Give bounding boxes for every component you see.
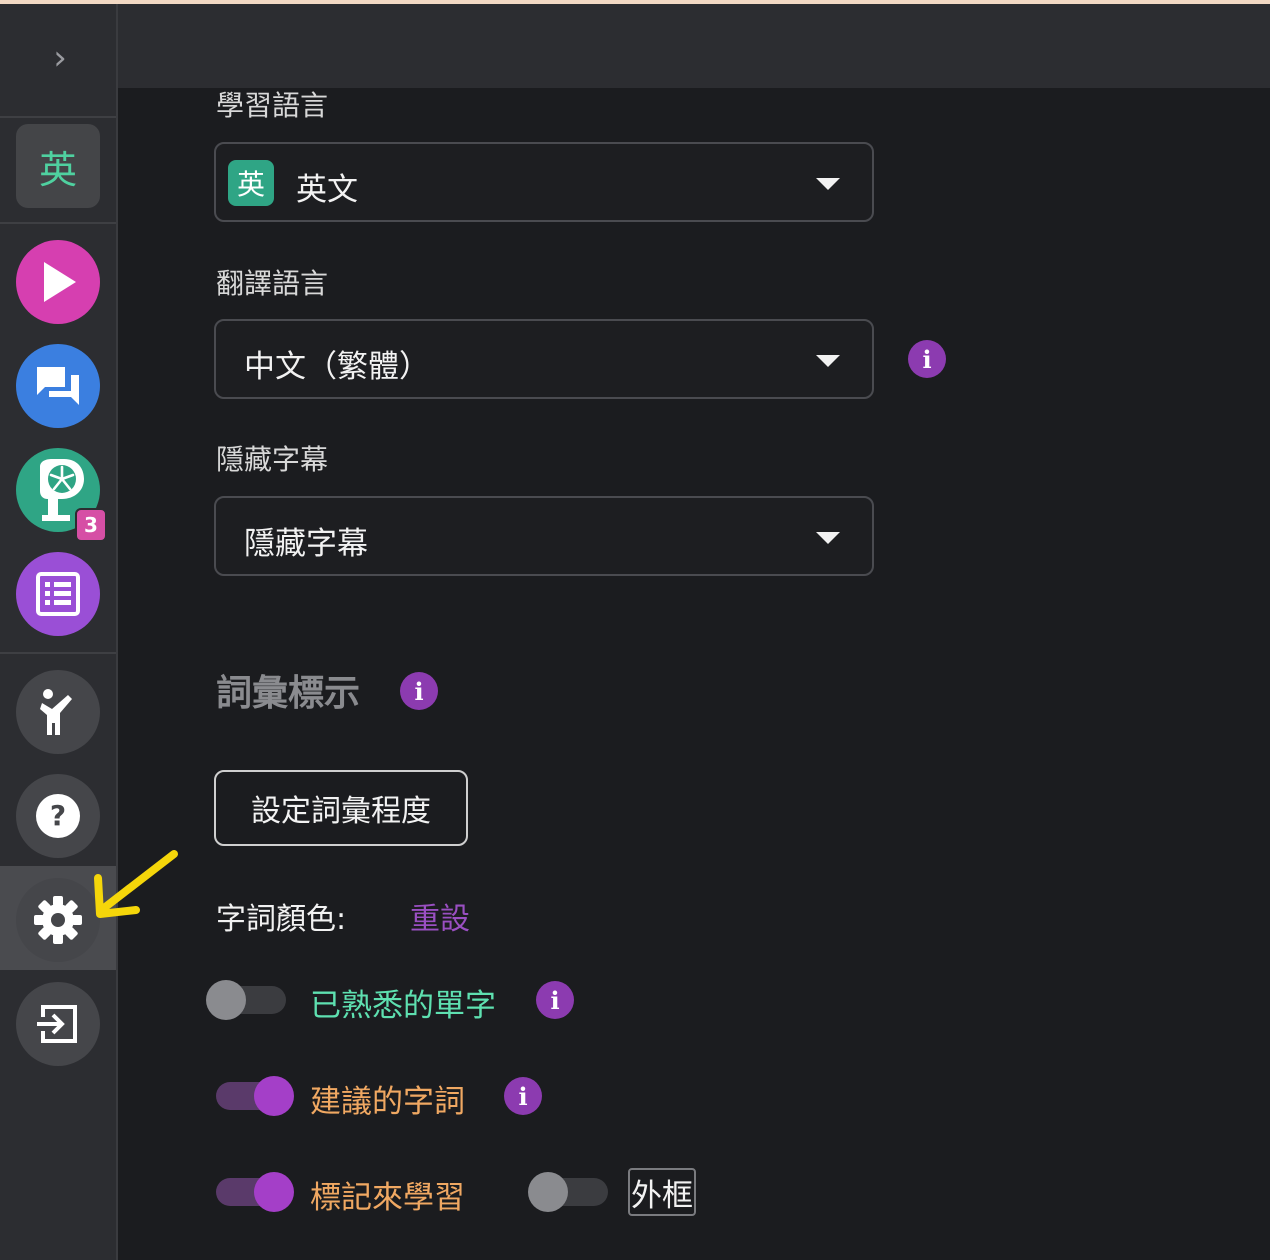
chat-bubbles-icon bbox=[37, 367, 79, 405]
known-words-toggle[interactable] bbox=[206, 980, 286, 1020]
language-flag: 英 bbox=[228, 160, 274, 206]
hide-subtitles-label: 隱藏字幕 bbox=[216, 443, 329, 476]
learning-language-value: 英文 bbox=[296, 172, 358, 208]
translation-language-label: 翻譯語言 bbox=[216, 267, 329, 300]
language-tile[interactable]: 英 bbox=[16, 124, 100, 208]
sidebar-divider bbox=[0, 652, 116, 654]
chevron-right-icon[interactable]: › bbox=[40, 38, 80, 78]
known-words-label: 已熟悉的單字 bbox=[310, 988, 496, 1024]
sidebar-divider bbox=[0, 222, 116, 224]
person-icon bbox=[40, 689, 72, 735]
list-icon bbox=[36, 572, 80, 616]
play-button[interactable] bbox=[16, 240, 100, 324]
marked-to-learn-toggle[interactable] bbox=[216, 1172, 294, 1212]
hide-subtitles-value: 隱藏字幕 bbox=[244, 526, 368, 562]
info-icon[interactable]: i bbox=[536, 981, 574, 1019]
exit-icon bbox=[37, 1005, 77, 1043]
logout-button[interactable] bbox=[16, 982, 100, 1066]
outline-toggle[interactable] bbox=[528, 1172, 608, 1212]
reset-link[interactable]: 重設 bbox=[410, 894, 470, 938]
top-bar bbox=[118, 4, 1270, 88]
notification-badge: 3 bbox=[75, 508, 107, 542]
chevron-down-icon bbox=[816, 178, 840, 190]
toggle-knob bbox=[206, 980, 246, 1020]
chevron-down-icon bbox=[816, 355, 840, 367]
info-icon[interactable]: i bbox=[400, 672, 438, 710]
word-list-button[interactable] bbox=[16, 552, 100, 636]
toggle-knob bbox=[254, 1172, 294, 1212]
help-button[interactable]: ? bbox=[16, 774, 100, 858]
settings-button[interactable] bbox=[16, 878, 100, 962]
hide-subtitles-select[interactable]: 隱藏字幕 bbox=[214, 496, 874, 576]
word-colors-label: 字詞顏色: bbox=[216, 902, 347, 937]
set-vocab-level-button[interactable]: 設定詞彙程度 bbox=[214, 770, 468, 846]
toggle-knob bbox=[528, 1172, 568, 1212]
translation-language-value: 中文（繁體） bbox=[244, 349, 430, 385]
svg-text:?: ? bbox=[50, 799, 66, 832]
annotation-arrow-icon bbox=[94, 850, 178, 918]
vocab-section-title: 詞彙標示 bbox=[216, 673, 361, 714]
outline-label: 外框 bbox=[628, 1168, 696, 1216]
learning-language-label: 學習語言 bbox=[216, 89, 329, 122]
play-icon bbox=[44, 262, 76, 302]
sidebar-divider bbox=[0, 116, 116, 118]
chevron-down-icon bbox=[816, 532, 840, 544]
info-icon[interactable]: i bbox=[504, 1077, 542, 1115]
toggle-knob bbox=[254, 1076, 294, 1116]
translation-language-select[interactable]: 中文（繁體） bbox=[214, 319, 874, 399]
info-icon[interactable]: i bbox=[908, 340, 946, 378]
gear-icon bbox=[34, 896, 82, 944]
question-icon: ? bbox=[36, 794, 80, 838]
suggested-words-label: 建議的字詞 bbox=[310, 1084, 465, 1120]
learning-language-select[interactable]: 英 英文 bbox=[214, 142, 874, 222]
suggested-words-toggle[interactable] bbox=[216, 1076, 294, 1116]
accessibility-button[interactable] bbox=[16, 670, 100, 754]
marked-to-learn-label: 標記來學習 bbox=[310, 1180, 465, 1216]
chat-button[interactable] bbox=[16, 344, 100, 428]
